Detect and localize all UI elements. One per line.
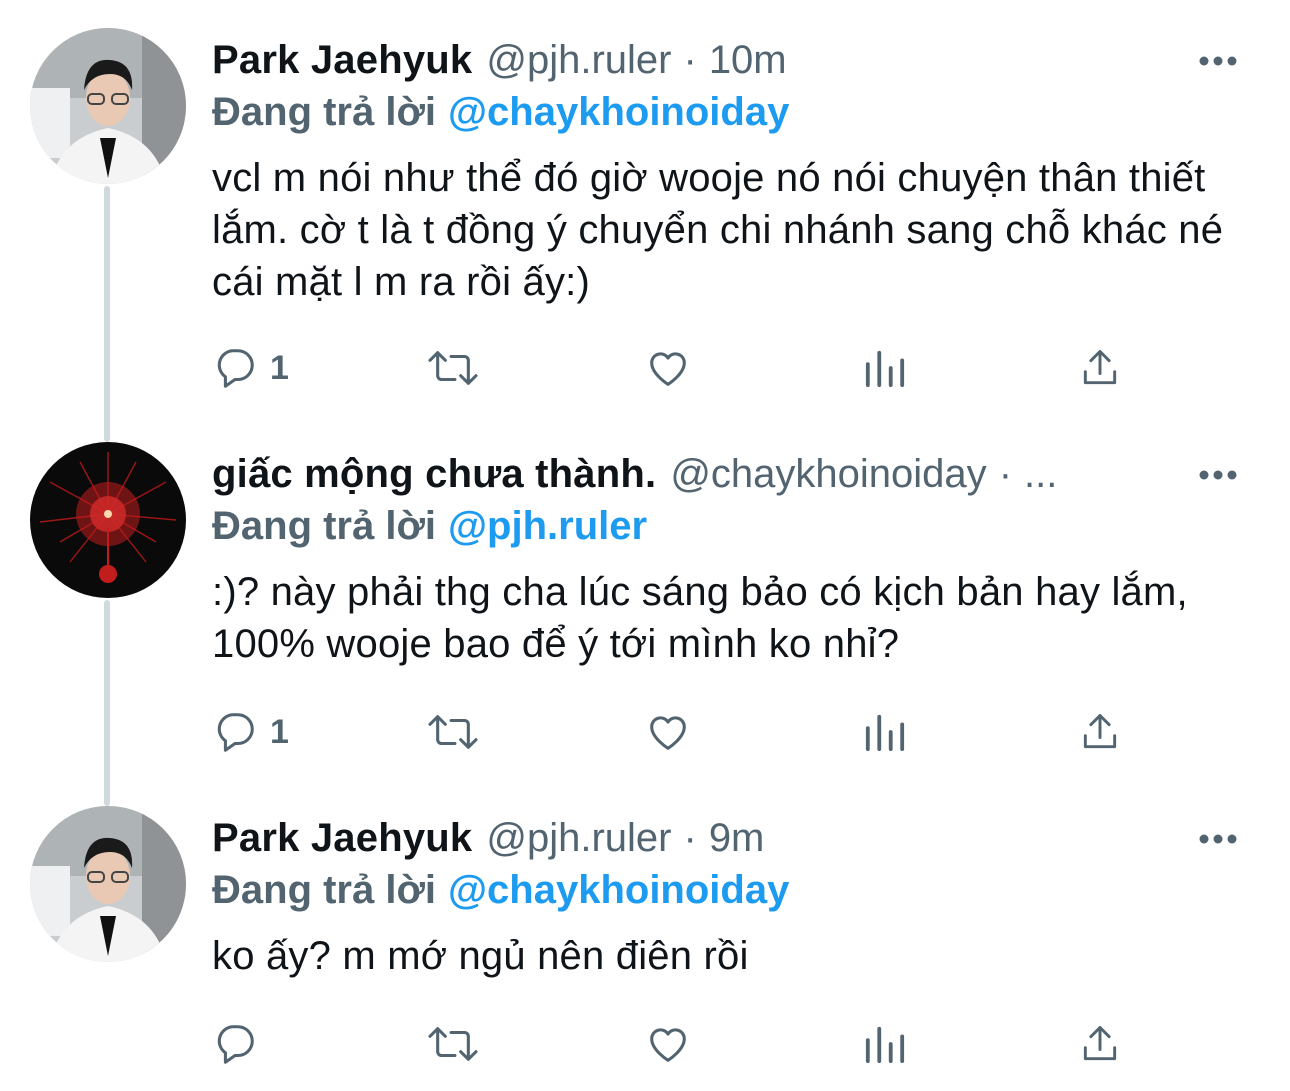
avatar[interactable] (30, 806, 186, 962)
separator-dot: · (998, 452, 1013, 496)
heart-icon (650, 716, 686, 750)
reply-count: 1 (270, 712, 289, 751)
more-dots-icon (1199, 470, 1237, 480)
retweet-button[interactable] (426, 340, 480, 396)
reply-context: Đang trả lời @chaykhoinoiday (212, 864, 789, 916)
avatar[interactable] (30, 442, 186, 598)
red-burst-image-icon (30, 442, 186, 598)
timestamp[interactable]: ... (1024, 450, 1057, 498)
retweet-icon (428, 715, 478, 749)
display-name[interactable]: giấc mộng chưa thành. (212, 450, 656, 498)
tweet[interactable]: Park Jaehyuk @pjh.ruler · 9m Đang trả lờ… (0, 806, 1290, 1076)
share-button[interactable] (1078, 1016, 1122, 1072)
tweet[interactable]: Park Jaehyuk @pjh.ruler · 10m Đang trả l… (0, 28, 1290, 398)
tweet-text: ko ấy? m mớ ngủ nên điên rồi (212, 934, 749, 978)
reply-context: Đang trả lời @chaykhoinoiday (212, 86, 789, 138)
retweet-button[interactable] (426, 1016, 480, 1072)
more-dots-icon (1199, 834, 1237, 844)
reply-to-handle-link[interactable]: @chaykhoinoiday (448, 90, 789, 134)
speech-bubble-icon (217, 1025, 254, 1064)
like-button[interactable] (644, 1016, 692, 1072)
reply-button[interactable]: 1 (212, 340, 289, 396)
portrait-photo-icon (30, 806, 186, 962)
bar-chart-icon (865, 350, 905, 388)
views-button[interactable] (864, 1016, 906, 1072)
separator-dot: · (683, 816, 697, 860)
bar-chart-icon (865, 714, 905, 752)
views-button[interactable] (864, 704, 906, 760)
reply-button[interactable] (212, 1016, 270, 1072)
user-handle[interactable]: @pjh.ruler (486, 814, 671, 862)
reply-prefix: Đang trả lời (212, 90, 437, 134)
reply-to-handle-link[interactable]: @pjh.ruler (448, 504, 647, 548)
display-name[interactable]: Park Jaehyuk (212, 814, 472, 862)
share-button[interactable] (1078, 704, 1122, 760)
portrait-photo-icon (30, 28, 186, 184)
share-button[interactable] (1078, 340, 1122, 396)
heart-icon (650, 352, 686, 386)
reply-prefix: Đang trả lời (212, 504, 437, 548)
timestamp[interactable]: 9m (709, 814, 765, 862)
tweet-header: Park Jaehyuk @pjh.ruler · 10m (212, 32, 787, 88)
retweet-icon (428, 351, 478, 385)
more-options-button[interactable] (1198, 46, 1238, 76)
action-bar: 1 (212, 704, 1132, 760)
action-bar: 1 (212, 340, 1132, 396)
retweet-button[interactable] (426, 704, 480, 760)
share-icon (1083, 350, 1117, 385)
tweet-text: vcl m nói như thể đó giờ wooje nó nói ch… (212, 156, 1224, 304)
like-button[interactable] (644, 704, 692, 760)
reply-prefix: Đang trả lời (212, 868, 437, 912)
like-button[interactable] (644, 340, 692, 396)
reply-context: Đang trả lời @pjh.ruler (212, 500, 647, 552)
speech-bubble-icon (217, 349, 254, 388)
share-icon (1083, 714, 1117, 749)
tweet-text: :)? này phải thg cha lúc sáng bảo có kịc… (212, 570, 1188, 666)
avatar[interactable] (30, 28, 186, 184)
tweet[interactable]: giấc mộng chưa thành. @chaykhoinoiday · … (0, 442, 1290, 762)
user-handle[interactable]: @pjh.ruler (486, 36, 671, 84)
reply-count: 1 (270, 348, 289, 387)
display-name[interactable]: Park Jaehyuk (212, 36, 472, 84)
speech-bubble-icon (217, 713, 254, 752)
tweet-header: Park Jaehyuk @pjh.ruler · 9m (212, 810, 764, 866)
tweet-header: giấc mộng chưa thành. @chaykhoinoiday · … (212, 446, 1057, 502)
user-handle[interactable]: @chaykhoinoiday (670, 450, 986, 498)
more-options-button[interactable] (1198, 460, 1238, 490)
bar-chart-icon (865, 1026, 905, 1064)
views-button[interactable] (864, 340, 906, 396)
more-options-button[interactable] (1198, 824, 1238, 854)
share-icon (1083, 1026, 1117, 1061)
action-bar (212, 1016, 1132, 1072)
separator-dot: · (683, 38, 697, 82)
reply-button[interactable]: 1 (212, 704, 289, 760)
heart-icon (650, 1028, 686, 1062)
reply-to-handle-link[interactable]: @chaykhoinoiday (448, 868, 789, 912)
timestamp[interactable]: 10m (709, 36, 787, 84)
more-dots-icon (1199, 56, 1237, 66)
retweet-icon (428, 1027, 478, 1061)
